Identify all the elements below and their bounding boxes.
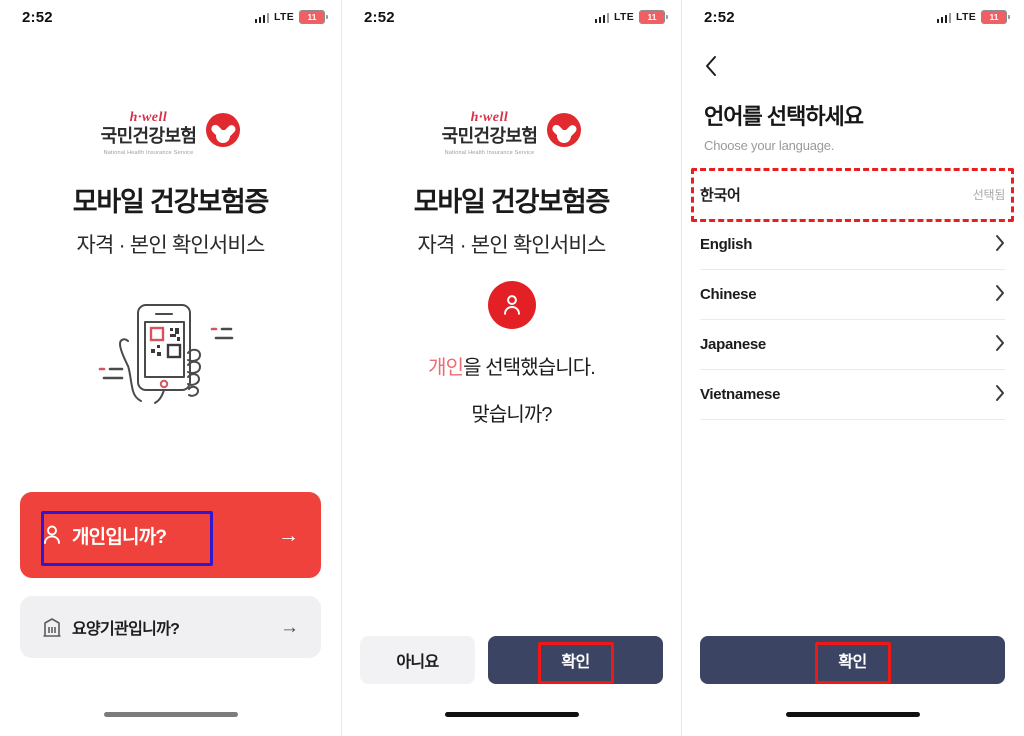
confirm-button[interactable]: 확인 <box>488 636 663 684</box>
chevron-right-icon <box>995 334 1005 355</box>
screen-role-select: 2:52 LTE 11 h·well 국민건강보험 National Healt… <box>0 0 341 736</box>
confirm-message: 개인을 선택했습니다. <box>342 351 681 380</box>
home-indicator <box>444 712 579 717</box>
battery-percent: 11 <box>989 11 999 22</box>
status-indicators: LTE 11 <box>936 10 1010 24</box>
screen-language-select: 2:52 LTE 11 언어를 선택하세요 Choose your langua… <box>682 0 1023 736</box>
signal-bars-icon <box>254 12 270 23</box>
language-item-korean[interactable]: 한국어 선택됨 <box>691 168 1014 222</box>
language-name: Chinese <box>700 286 757 303</box>
battery-icon: 11 <box>981 10 1010 24</box>
page-subtitle: 자격 · 본인 확인서비스 <box>417 233 607 257</box>
chevron-right-icon <box>995 234 1005 255</box>
home-indicator <box>103 712 238 717</box>
institution-button[interactable]: 요양기관입니까? → <box>20 596 321 658</box>
page-subtitle: 자격 · 본인 확인서비스 <box>76 233 266 257</box>
page-title: 모바일 건강보험증 <box>72 186 270 217</box>
battery-percent: 11 <box>307 11 317 22</box>
language-name: 한국어 <box>700 187 741 204</box>
battery-icon: 11 <box>299 10 328 24</box>
individual-button-label: 개인입니까? <box>72 526 167 548</box>
battery-percent: 11 <box>647 11 657 22</box>
logo-korean-name: 국민건강보험 <box>441 126 538 147</box>
person-icon <box>42 524 62 546</box>
status-indicators: LTE 11 <box>254 10 328 24</box>
logo-text: h·well 국민건강보험 National Health Insurance … <box>101 110 197 156</box>
language-name: Japanese <box>700 336 766 353</box>
status-bar: 2:52 LTE 11 <box>342 0 681 34</box>
network-label: LTE <box>956 11 976 23</box>
language-list: 한국어 선택됨 English Chinese Japanese Vietnam… <box>682 168 1023 420</box>
confirm-highlight-word: 개인 <box>428 356 464 379</box>
hand-holding-phone-qr-illustration <box>0 293 341 433</box>
heart-ring-logo-icon <box>547 112 582 147</box>
status-clock: 2:52 <box>704 8 735 26</box>
person-circle-icon <box>487 280 536 329</box>
language-name: English <box>700 236 753 253</box>
confirm-actions: 아니요 확인 <box>360 636 663 684</box>
language-actions: 확인 <box>700 636 1005 684</box>
individual-button[interactable]: 개인입니까? → <box>20 492 321 578</box>
language-item-vietnamese[interactable]: Vietnamese <box>700 370 1005 420</box>
status-clock: 2:52 <box>22 8 53 26</box>
logo-english-name: National Health Insurance Service <box>444 149 535 156</box>
arrow-right-icon: → <box>278 523 299 547</box>
role-buttons: 개인입니까? → 요양기관입니까? → <box>20 492 321 658</box>
arrow-right-icon: → <box>280 616 299 638</box>
logo-hwell: h·well <box>470 110 509 125</box>
chevron-left-icon[interactable] <box>704 54 718 83</box>
heart-ring-logo-icon <box>206 112 241 147</box>
confirm-button[interactable]: 확인 <box>700 636 1005 684</box>
status-bar: 2:52 LTE 11 <box>682 0 1023 34</box>
confirm-button-label: 확인 <box>561 654 590 671</box>
logo-english-name: National Health Insurance Service <box>103 149 194 156</box>
logo-korean-name: 국민건강보험 <box>100 126 197 147</box>
language-item-chinese[interactable]: Chinese <box>700 270 1005 320</box>
confirm-question: 맞습니까? <box>471 403 552 426</box>
status-bar: 2:52 LTE 11 <box>0 0 341 34</box>
cancel-button[interactable]: 아니요 <box>360 636 475 684</box>
page-title: 모바일 건강보험증 <box>413 186 611 217</box>
back-row <box>682 34 1023 83</box>
logo-text: h·well 국민건강보험 National Health Insurance … <box>442 110 538 156</box>
home-indicator <box>785 712 920 717</box>
page-title: 언어를 선택하세요 <box>704 104 864 129</box>
battery-icon: 11 <box>639 10 668 24</box>
chevron-right-icon <box>995 284 1005 305</box>
language-item-english[interactable]: English <box>700 220 1005 270</box>
page-subtitle: Choose your language. <box>704 138 835 153</box>
network-label: LTE <box>614 11 634 23</box>
screenshot-grid: 2:52 LTE 11 h·well 국민건강보험 National Healt… <box>0 0 1024 736</box>
chevron-right-icon <box>995 384 1005 405</box>
nhis-logo: h·well 국민건강보험 National Health Insurance … <box>342 110 681 156</box>
logo-hwell: h·well <box>129 110 168 125</box>
language-name: Vietnamese <box>700 386 781 403</box>
screen-confirm-role: 2:52 LTE 11 h·well 국민건강보험 National Healt… <box>341 0 682 736</box>
confirm-message-rest: 을 선택했습니다. <box>463 356 596 379</box>
status-clock: 2:52 <box>364 8 395 26</box>
signal-bars-icon <box>594 12 610 23</box>
institution-button-label: 요양기관입니까? <box>72 621 180 638</box>
language-item-japanese[interactable]: Japanese <box>700 320 1005 370</box>
nhis-logo: h·well 국민건강보험 National Health Insurance … <box>0 110 341 156</box>
signal-bars-icon <box>936 12 952 23</box>
selected-badge: 선택됨 <box>972 188 1006 202</box>
hospital-building-icon <box>42 616 62 638</box>
selected-role-avatar <box>342 280 681 329</box>
status-indicators: LTE 11 <box>594 10 668 24</box>
network-label: LTE <box>274 11 294 23</box>
confirm-button-label: 확인 <box>838 654 867 671</box>
